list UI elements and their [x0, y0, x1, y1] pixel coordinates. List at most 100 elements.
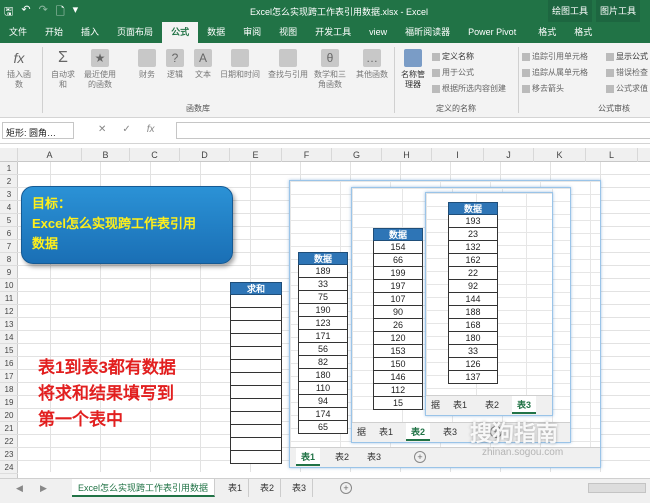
- tab-insert[interactable]: 插入: [72, 22, 108, 43]
- data-cell[interactable]: 180: [448, 332, 498, 345]
- row-header[interactable]: 20: [0, 409, 18, 422]
- data-cell[interactable]: 123: [298, 317, 348, 330]
- data-cell[interactable]: 199: [373, 267, 423, 280]
- row-header[interactable]: 6: [0, 227, 18, 240]
- data-cell[interactable]: 66: [373, 254, 423, 267]
- error-checking-button[interactable]: 错误检查: [606, 67, 648, 78]
- row-header[interactable]: 14: [0, 331, 18, 344]
- data-cell[interactable]: 33: [298, 278, 348, 291]
- sum-cell[interactable]: [230, 412, 282, 425]
- horizontal-scrollbar[interactable]: [588, 483, 646, 493]
- data-cell[interactable]: 112: [373, 384, 423, 397]
- sum-cell[interactable]: [230, 360, 282, 373]
- text-button[interactable]: A 文本: [188, 49, 218, 80]
- enter-icon[interactable]: ✓: [122, 124, 130, 135]
- formula-input[interactable]: [176, 122, 650, 139]
- data-cell[interactable]: 82: [298, 356, 348, 369]
- row-header[interactable]: 24: [0, 461, 18, 474]
- data-cell[interactable]: 193: [448, 215, 498, 228]
- tab-foxit-reader[interactable]: 福昕阅读器: [396, 22, 459, 43]
- column-header[interactable]: B: [82, 148, 130, 162]
- tab-home[interactable]: 开始: [36, 22, 72, 43]
- data-cell[interactable]: 94: [298, 395, 348, 408]
- undo-icon[interactable]: ↶: [21, 3, 30, 22]
- financial-button[interactable]: 财务: [132, 49, 162, 80]
- row-header[interactable]: 7: [0, 240, 18, 253]
- sum-cell[interactable]: [230, 438, 282, 451]
- row-header[interactable]: 12: [0, 305, 18, 318]
- data-cell[interactable]: 90: [373, 306, 423, 319]
- data-cell[interactable]: 137: [448, 371, 498, 384]
- data-cell[interactable]: 75: [298, 291, 348, 304]
- data-cell[interactable]: 120: [373, 332, 423, 345]
- column-header[interactable]: J: [484, 148, 534, 162]
- sum-cell[interactable]: [230, 425, 282, 438]
- workbook-tab-main[interactable]: Excel怎么实现跨工作表引用数据: [72, 479, 216, 497]
- sum-cell[interactable]: [230, 451, 282, 464]
- tab-page-layout[interactable]: 页面布局: [108, 22, 162, 43]
- remove-arrows-button[interactable]: 移去箭头: [522, 83, 564, 94]
- show-formulas-button[interactable]: 显示公式: [606, 51, 648, 62]
- row-header[interactable]: 4: [0, 201, 18, 214]
- name-manager-button[interactable]: 名称管理器: [398, 49, 428, 90]
- autosum-button[interactable]: Σ 自动求和: [48, 49, 78, 90]
- tab-format-drawing[interactable]: 格式: [529, 22, 565, 43]
- row-header[interactable]: 21: [0, 422, 18, 435]
- data-cell[interactable]: 23: [448, 228, 498, 241]
- scroll-tabs-left-icon[interactable]: ◀: [10, 479, 29, 497]
- data-cell[interactable]: 146: [373, 371, 423, 384]
- data-cell[interactable]: 197: [373, 280, 423, 293]
- sum-cell[interactable]: [230, 399, 282, 412]
- sum-cell[interactable]: [230, 347, 282, 360]
- sum-cell[interactable]: [230, 295, 282, 308]
- column-header[interactable]: H: [382, 148, 432, 162]
- tab-power-pivot[interactable]: Power Pivot: [459, 22, 525, 43]
- row-header[interactable]: 10: [0, 279, 18, 292]
- data-cell[interactable]: 22: [448, 267, 498, 280]
- row-header[interactable]: 19: [0, 396, 18, 409]
- data-cell[interactable]: 107: [373, 293, 423, 306]
- name-box[interactable]: 矩形: 圆角…: [2, 122, 74, 139]
- data-cell[interactable]: 110: [298, 382, 348, 395]
- data-cell[interactable]: 189: [298, 265, 348, 278]
- workbook-tab-3[interactable]: 表3: [286, 479, 314, 497]
- tab-developer[interactable]: 开发工具: [306, 22, 360, 43]
- lookup-button[interactable]: 查找与引用: [266, 49, 310, 80]
- row-header[interactable]: 8: [0, 253, 18, 266]
- data-cell[interactable]: 92: [448, 280, 498, 293]
- scroll-tabs-right-icon[interactable]: ▶: [34, 479, 53, 497]
- sum-cell[interactable]: [230, 386, 282, 399]
- row-header[interactable]: 22: [0, 435, 18, 448]
- tab-review[interactable]: 审阅: [234, 22, 270, 43]
- column-header[interactable]: D: [180, 148, 230, 162]
- data-cell[interactable]: 126: [448, 358, 498, 371]
- row-header[interactable]: 18: [0, 383, 18, 396]
- sheet-tab-3[interactable]: 表3: [438, 423, 462, 441]
- sheet-tab-1[interactable]: 表1: [374, 423, 398, 441]
- define-name-button[interactable]: 定义名称: [432, 51, 474, 62]
- sum-cell[interactable]: [230, 308, 282, 321]
- sum-cell[interactable]: [230, 334, 282, 347]
- sum-cell[interactable]: [230, 321, 282, 334]
- save-icon[interactable]: 🖫: [4, 3, 13, 22]
- use-in-formula-button[interactable]: 用于公式: [432, 67, 474, 78]
- data-cell[interactable]: 190: [298, 304, 348, 317]
- row-header[interactable]: 2: [0, 175, 18, 188]
- data-cell[interactable]: 168: [448, 319, 498, 332]
- row-header[interactable]: 11: [0, 292, 18, 305]
- column-header[interactable]: C: [130, 148, 180, 162]
- column-header[interactable]: F: [282, 148, 332, 162]
- logical-button[interactable]: ? 逻辑: [160, 49, 190, 80]
- sheet-tab-2[interactable]: 表2: [330, 448, 354, 466]
- data-cell[interactable]: 162: [448, 254, 498, 267]
- data-cell[interactable]: 153: [373, 345, 423, 358]
- tab-format-picture[interactable]: 格式: [565, 22, 601, 43]
- column-header[interactable]: L: [586, 148, 638, 162]
- column-header[interactable]: A: [18, 148, 82, 162]
- row-header[interactable]: 16: [0, 357, 18, 370]
- data-cell[interactable]: 180: [298, 369, 348, 382]
- recently-used-button[interactable]: ★ 最近使用的函数: [82, 49, 118, 90]
- trace-dependents-button[interactable]: 追踪从属单元格: [522, 67, 588, 78]
- trace-precedents-button[interactable]: 追踪引用单元格: [522, 51, 588, 62]
- column-header[interactable]: E: [230, 148, 282, 162]
